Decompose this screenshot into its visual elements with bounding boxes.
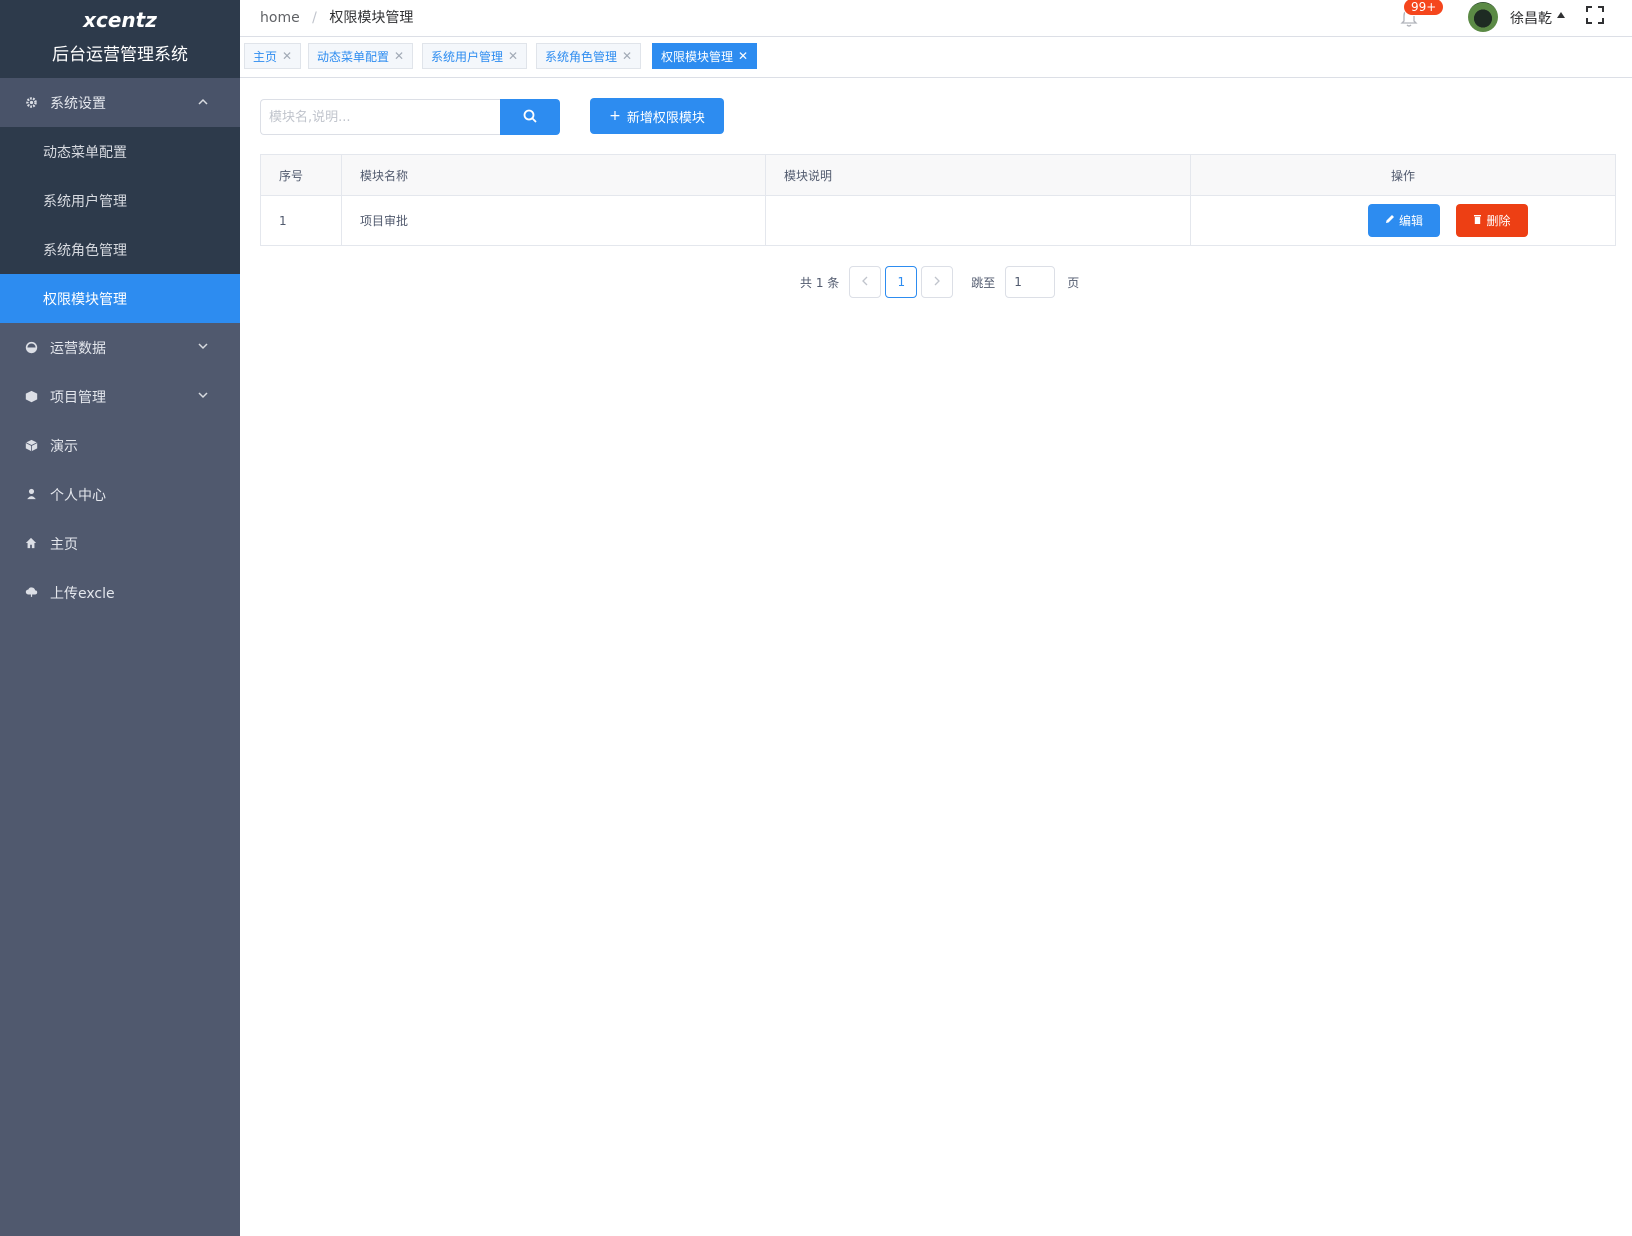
- column-header: 模块说明: [766, 155, 1191, 195]
- close-icon[interactable]: ✕: [508, 49, 518, 63]
- pagination-total: 共 1 条: [800, 275, 840, 290]
- sidebar-item-home[interactable]: 主页: [0, 519, 240, 568]
- chevron-left-icon: [861, 275, 869, 289]
- delete-label: 删除: [1486, 214, 1511, 228]
- sidebar-item-label: 个人中心: [50, 487, 106, 504]
- close-icon[interactable]: ✕: [282, 49, 292, 63]
- cloud-upload-icon: [24, 586, 38, 600]
- sidebar-item-system-roles[interactable]: 系统角色管理: [0, 225, 240, 274]
- tags-bar: 主页 ✕ 动态菜单配置 ✕ 系统用户管理 ✕ 系统角色管理 ✕ 权限模块管理 ✕: [240, 37, 1632, 78]
- sidebar-item-label: 系统角色管理: [43, 242, 127, 259]
- search-button[interactable]: [500, 99, 560, 135]
- search-icon: [523, 108, 537, 127]
- chevron-down-icon: [198, 389, 208, 403]
- chart-icon: [24, 341, 38, 355]
- delete-button[interactable]: 删除: [1456, 204, 1528, 237]
- username[interactable]: 徐昌乾: [1510, 8, 1552, 28]
- tag-label: 权限模块管理: [661, 49, 734, 64]
- breadcrumb: home / 权限模块管理: [260, 7, 413, 27]
- chevron-down-icon: [198, 340, 208, 354]
- sidebar-item-upload-excel[interactable]: 上传excle: [0, 568, 240, 617]
- fullscreen-icon[interactable]: [1586, 6, 1606, 26]
- tag-label: 系统用户管理: [431, 49, 504, 64]
- brand: xcentz 后台运营管理系统: [0, 0, 240, 78]
- sidebar-item-label: 上传excle: [50, 585, 115, 602]
- table-row: 1 项目审批 编辑 删除: [261, 196, 1615, 245]
- add-module-button[interactable]: + 新增权限模块: [590, 98, 724, 134]
- home-icon: [24, 537, 38, 551]
- breadcrumb-home[interactable]: home: [260, 10, 300, 26]
- sidebar-item-label: 项目管理: [50, 389, 106, 406]
- cube-icon: [24, 390, 38, 404]
- tag-dynamic-menu[interactable]: 动态菜单配置 ✕: [308, 43, 414, 69]
- brand-name: xcentz: [83, 8, 157, 32]
- avatar[interactable]: [1468, 2, 1498, 32]
- sidebar-group-system-settings[interactable]: 系统设置: [0, 78, 240, 127]
- close-icon[interactable]: ✕: [738, 49, 748, 63]
- tag-label: 动态菜单配置: [317, 49, 390, 64]
- sidebar: xcentz 后台运营管理系统 系统设置 动态菜单配置 系统用户管理 系统角色管…: [0, 0, 240, 1236]
- page-number-button[interactable]: 1: [885, 266, 918, 298]
- row-index: 1: [261, 196, 342, 245]
- sidebar-item-personal-center[interactable]: 个人中心: [0, 470, 240, 519]
- sidebar-item-demo[interactable]: 演示: [0, 421, 240, 470]
- tag-label: 主页: [253, 49, 278, 64]
- modules-table: 序号 模块名称 模块说明 操作 1 项目审批 编辑 删除: [260, 154, 1616, 246]
- sidebar-group-label: 系统设置: [50, 95, 106, 112]
- close-icon[interactable]: ✕: [394, 49, 404, 63]
- notification-badge: 99+: [1403, 0, 1445, 16]
- user-icon: [24, 488, 38, 502]
- tag-home[interactable]: 主页 ✕: [244, 43, 302, 69]
- sidebar-item-project-management[interactable]: 项目管理: [0, 372, 240, 421]
- row-actions: 编辑 删除: [1191, 196, 1615, 245]
- next-page-button[interactable]: [921, 266, 954, 298]
- column-header: 操作: [1390, 168, 1415, 183]
- caret-up-icon[interactable]: [1556, 9, 1566, 22]
- edit-button[interactable]: 编辑: [1368, 204, 1440, 237]
- jump-page-input[interactable]: [1005, 266, 1056, 298]
- pencil-icon: [1385, 214, 1395, 227]
- sidebar-item-permission-modules[interactable]: 权限模块管理: [0, 274, 240, 323]
- column-header: 序号: [261, 155, 342, 195]
- sidebar-item-operation-data[interactable]: 运营数据: [0, 323, 240, 372]
- add-module-label: 新增权限模块: [626, 110, 705, 126]
- plus-icon: +: [609, 108, 621, 124]
- edit-label: 编辑: [1398, 214, 1423, 228]
- column-header: 模块名称: [342, 155, 766, 195]
- chevron-up-icon: [198, 96, 208, 110]
- sidebar-item-system-users[interactable]: 系统用户管理: [0, 176, 240, 225]
- tag-label: 系统角色管理: [545, 49, 618, 64]
- pagination: 共 1 条 1 跳至 页: [800, 266, 1079, 298]
- chevron-right-icon: [933, 275, 941, 289]
- gear-icon: [24, 96, 38, 110]
- row-module-name: 项目审批: [342, 196, 766, 245]
- tag-permission-modules[interactable]: 权限模块管理 ✕: [652, 43, 758, 69]
- sidebar-item-label: 系统用户管理: [43, 193, 127, 210]
- breadcrumb-separator: /: [312, 10, 317, 26]
- sidebar-item-label: 主页: [50, 536, 78, 553]
- tag-system-roles[interactable]: 系统角色管理 ✕: [536, 43, 642, 69]
- sidebar-item-dynamic-menu[interactable]: 动态菜单配置: [0, 127, 240, 176]
- box-icon: [24, 439, 38, 453]
- top-header: home / 权限模块管理 99+ 徐昌乾: [240, 0, 1632, 37]
- sidebar-item-label: 权限模块管理: [43, 291, 127, 308]
- row-module-description: [766, 196, 1191, 245]
- breadcrumb-current: 权限模块管理: [329, 10, 414, 26]
- sidebar-item-label: 演示: [50, 438, 78, 455]
- search-input[interactable]: [260, 99, 500, 135]
- sidebar-item-label: 动态菜单配置: [43, 144, 127, 161]
- trash-icon: [1473, 214, 1482, 227]
- jump-label: 跳至: [971, 275, 996, 290]
- sidebar-item-label: 运营数据: [50, 340, 106, 357]
- sidebar-submenu: 动态菜单配置 系统用户管理 系统角色管理 权限模块管理: [0, 127, 240, 323]
- tag-system-users[interactable]: 系统用户管理 ✕: [422, 43, 528, 69]
- table-header: 序号 模块名称 模块说明 操作: [261, 155, 1615, 196]
- prev-page-button[interactable]: [849, 266, 882, 298]
- page-suffix: 页: [1067, 275, 1080, 290]
- brand-subtitle: 后台运营管理系统: [52, 45, 188, 65]
- close-icon[interactable]: ✕: [622, 49, 632, 63]
